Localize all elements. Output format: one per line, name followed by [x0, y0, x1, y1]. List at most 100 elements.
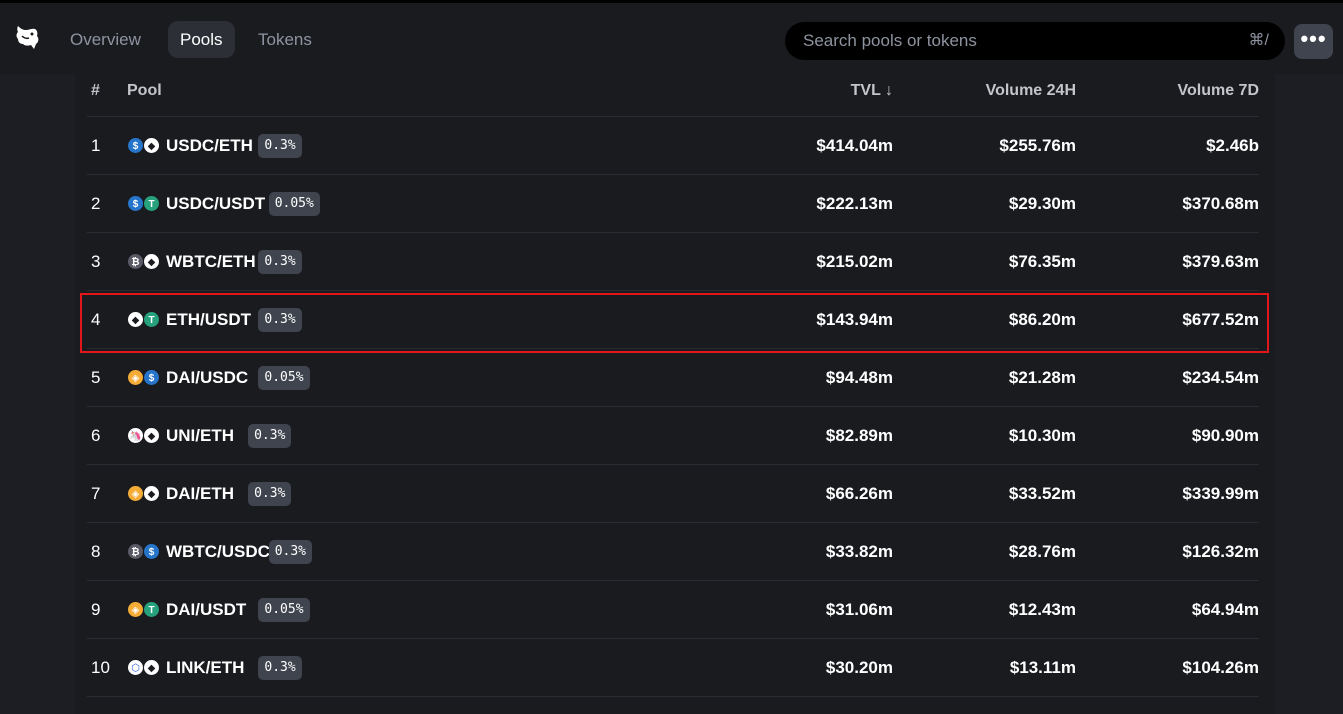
- row-rank: 4: [91, 310, 101, 329]
- header-num: #: [91, 82, 100, 99]
- wbtc-token-icon: ₿: [127, 543, 144, 560]
- pool-name-link[interactable]: UNI/ETH: [166, 407, 234, 465]
- fee-tier-badge: 0.3%: [248, 424, 292, 448]
- eth-token-icon: ◆: [127, 311, 144, 328]
- row-rank: 8: [91, 542, 101, 561]
- pool-name-link[interactable]: WBTC/ETH: [166, 233, 256, 291]
- tvl-value: $222.13m: [816, 194, 893, 213]
- header-volume-24h[interactable]: Volume 24H: [986, 74, 1076, 107]
- tab-tokens[interactable]: Tokens: [246, 21, 324, 58]
- eth-token-icon: ◆: [143, 485, 160, 502]
- token-pair-icons: $ ◆: [127, 137, 161, 155]
- tab-overview[interactable]: Overview: [58, 21, 153, 58]
- table-row[interactable]: 3 ₿ ◆ WBTC/ETH 0.3% $215.02m $76.35m $379.63m: [87, 233, 1259, 291]
- search-bar[interactable]: ⌘/: [785, 22, 1285, 60]
- tvl-value: $30.20m: [825, 658, 893, 677]
- tvl-value: $33.82m: [825, 542, 893, 561]
- fee-tier-badge: 0.3%: [268, 540, 312, 564]
- header-volume-7d[interactable]: Volume 7D: [1178, 74, 1260, 107]
- row-rank: 5: [91, 368, 101, 387]
- volume-24h-value: $76.35m: [1008, 252, 1076, 271]
- volume-24h-value: $13.11m: [1009, 658, 1076, 677]
- pool-name-link[interactable]: DAI/USDT: [166, 581, 246, 639]
- header-pool[interactable]: Pool: [127, 74, 162, 107]
- volume-7d-value: $379.63m: [1182, 252, 1259, 271]
- volume-7d-value: $234.54m: [1182, 368, 1259, 387]
- volume-7d-value: $90.90m: [1191, 426, 1259, 445]
- token-pair-icons: ⬡ ◆: [127, 659, 161, 677]
- tvl-value: $66.26m: [825, 484, 893, 503]
- volume-7d-value: $677.52m: [1182, 310, 1259, 329]
- tvl-value: $94.48m: [825, 368, 893, 387]
- tvl-value: $215.02m: [816, 252, 893, 271]
- volume-7d-value: $104.26m: [1182, 658, 1259, 677]
- row-rank: 9: [91, 600, 101, 619]
- pool-name-link[interactable]: ETH/USDT: [166, 291, 251, 349]
- row-rank: 6: [91, 426, 101, 445]
- fee-tier-badge: 0.05%: [258, 598, 310, 622]
- table-row[interactable]: 1 $ ◆ USDC/ETH 0.3% $414.04m $255.76m $2.46b: [87, 117, 1259, 175]
- eth-token-icon: ◆: [143, 659, 160, 676]
- pool-name-link[interactable]: WBTC/USDC: [166, 523, 270, 581]
- top-nav-bar: Overview Pools Tokens ⌘/ •••: [0, 0, 1343, 74]
- unicorn-logo-icon[interactable]: [14, 23, 40, 51]
- table-row[interactable]: 8 ₿ $ WBTC/USDC 0.3% $33.82m $28.76m $126.32m: [87, 523, 1259, 581]
- table-row[interactable]: 4 ◆ T ETH/USDT 0.3% $143.94m $86.20m $677.52m: [87, 291, 1259, 349]
- header-tvl-sort[interactable]: TVL ↓: [851, 74, 893, 107]
- volume-24h-value: $12.43m: [1008, 600, 1076, 619]
- row-rank: 10: [91, 658, 110, 677]
- fee-tier-badge: 0.3%: [258, 308, 302, 332]
- dai-token-icon: ◈: [127, 369, 144, 386]
- fee-tier-badge: 0.3%: [248, 482, 292, 506]
- eth-token-icon: ◆: [143, 427, 160, 444]
- usdc-token-icon: $: [127, 137, 144, 154]
- fee-tier-badge: 0.3%: [258, 134, 302, 158]
- token-pair-icons: ₿ $: [127, 543, 161, 561]
- table-row[interactable]: 2 $ T USDC/USDT 0.05% $222.13m $29.30m $370.68m: [87, 175, 1259, 233]
- token-pair-icons: ₿ ◆: [127, 253, 161, 271]
- tab-pools[interactable]: Pools: [168, 21, 235, 58]
- volume-7d-value: $64.94m: [1191, 600, 1259, 619]
- volume-24h-value: $33.52m: [1008, 484, 1076, 503]
- fee-tier-badge: 0.05%: [268, 192, 320, 216]
- table-row[interactable]: 9 ◈ T DAI/USDT 0.05% $31.06m $12.43m $64.94m: [87, 581, 1259, 639]
- table-row[interactable]: 7 ◈ ◆ DAI/ETH 0.3% $66.26m $33.52m $339.99m: [87, 465, 1259, 523]
- volume-7d-value: $2.46b: [1206, 136, 1259, 155]
- volume-24h-value: $86.20m: [1008, 310, 1076, 329]
- token-pair-icons: ◈ T: [127, 601, 161, 619]
- token-pair-icons: ◈ ◆: [127, 485, 161, 503]
- row-rank: 2: [91, 194, 101, 213]
- tvl-value: $143.94m: [816, 310, 893, 329]
- tvl-value: $31.06m: [825, 600, 893, 619]
- wbtc-token-icon: ₿: [127, 253, 144, 270]
- volume-24h-value: $255.76m: [999, 136, 1076, 155]
- more-options-button[interactable]: •••: [1294, 24, 1333, 59]
- link-token-icon: ⬡: [127, 659, 144, 676]
- pools-table: # Pool TVL ↓ Volume 24H Volume 7D 1 $ ◆ USD…: [75, 74, 1275, 714]
- dai-token-icon: ◈: [127, 601, 144, 618]
- volume-24h-value: $10.30m: [1008, 426, 1076, 445]
- usdc-token-icon: $: [127, 195, 144, 212]
- table-header-row: # Pool TVL ↓ Volume 24H Volume 7D: [87, 74, 1259, 117]
- table-row[interactable]: 6 🦄 ◆ UNI/ETH 0.3% $82.89m $10.30m $90.90m: [87, 407, 1259, 465]
- table-row[interactable]: 5 ◈ $ DAI/USDC 0.05% $94.48m $21.28m $234.54m: [87, 349, 1259, 407]
- pool-name-link[interactable]: DAI/USDC: [166, 349, 248, 407]
- token-pair-icons: 🦄 ◆: [127, 427, 161, 445]
- pool-name-link[interactable]: USDC/USDT: [166, 175, 265, 233]
- row-rank: 1: [91, 136, 101, 155]
- volume-7d-value: $339.99m: [1182, 484, 1259, 503]
- eth-token-icon: ◆: [143, 137, 160, 154]
- pool-name-link[interactable]: DAI/ETH: [166, 465, 234, 523]
- table-row[interactable]: 10 ⬡ ◆ LINK/ETH 0.3% $30.20m $13.11m $104.26m: [87, 639, 1259, 697]
- dai-token-icon: ◈: [127, 485, 144, 502]
- volume-24h-value: $29.30m: [1008, 194, 1076, 213]
- pool-name-link[interactable]: USDC/ETH: [166, 117, 253, 175]
- search-input[interactable]: [803, 22, 1223, 60]
- token-pair-icons: $ T: [127, 195, 161, 213]
- volume-24h-value: $21.28m: [1008, 368, 1076, 387]
- pool-name-link[interactable]: LINK/ETH: [166, 639, 244, 697]
- token-pair-icons: ◆ T: [127, 311, 161, 329]
- usdt-token-icon: T: [143, 311, 160, 328]
- usdt-token-icon: T: [143, 195, 160, 212]
- row-rank: 3: [91, 252, 101, 271]
